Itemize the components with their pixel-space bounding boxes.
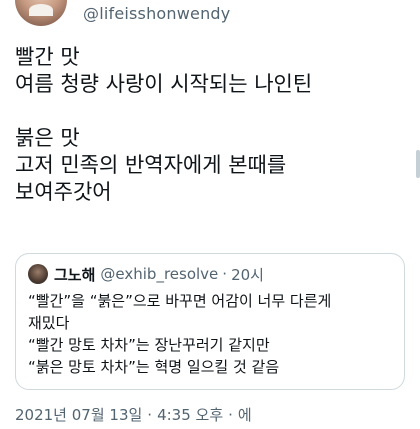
avatar[interactable] bbox=[15, 0, 67, 26]
author-handle[interactable]: @lifeisshonwendy bbox=[83, 4, 230, 23]
tweet-meta-trailing: 에 bbox=[237, 406, 252, 424]
quoted-text-line: “빨간”을 “붉은”으로 바꾸면 어감이 너무 다른게 bbox=[28, 292, 332, 310]
tweet-header: @lifeisshonwendy bbox=[0, 0, 420, 34]
meta-separator: · bbox=[228, 406, 233, 424]
tweet-date: 2021년 07월 13일 bbox=[15, 406, 143, 424]
quoted-tweet-time: 20시 bbox=[231, 265, 264, 284]
tweet-text-line: 고저 민족의 반역자에게 본때를 bbox=[15, 153, 287, 177]
tweet-text-line: 여름 청량 사랑이 시작되는 나인틴 bbox=[15, 72, 313, 96]
quoted-author-name: 그노해 bbox=[54, 265, 96, 284]
scrollbar-thumb[interactable] bbox=[416, 150, 420, 178]
tweet-time: 4:35 오후 bbox=[157, 406, 224, 424]
quoted-text-line: “빨간 망토 차차”는 장난꾸러기 같지만 bbox=[28, 336, 270, 354]
quoted-tweet-text: “빨간”을 “붉은”으로 바꾸면 어감이 너무 다른게 재밌다 “빨간 망토 차… bbox=[28, 290, 396, 378]
tweet-text-line: 보여주갓어 bbox=[15, 180, 112, 204]
meta-separator: · bbox=[147, 406, 153, 424]
quoted-tweet-header: 그노해 @exhib_resolve · 20시 bbox=[28, 263, 264, 285]
quoted-text-line: “붉은 망토 차차”는 혁명 일으킬 것 같음 bbox=[28, 358, 280, 376]
tweet-text-line: 빨간 맛 bbox=[15, 45, 80, 69]
tweet-text: 빨간 맛 여름 청량 사랑이 시작되는 나인틴 붉은 맛 고저 민족의 반역자에… bbox=[15, 44, 405, 206]
tweet-text-line: 붉은 맛 bbox=[15, 126, 80, 150]
quoted-author-handle: @exhib_resolve bbox=[100, 265, 219, 283]
quoted-tweet-card[interactable]: 그노해 @exhib_resolve · 20시 “빨간”을 “붉은”으로 바꾸… bbox=[15, 253, 405, 390]
quoted-header-separator: · bbox=[222, 265, 228, 283]
quoted-text-line: 재밌다 bbox=[28, 314, 70, 332]
quoted-author-avatar bbox=[28, 264, 48, 284]
tweet-timestamp[interactable]: 2021년 07월 13일 · 4:35 오후 · 에 bbox=[15, 404, 252, 425]
